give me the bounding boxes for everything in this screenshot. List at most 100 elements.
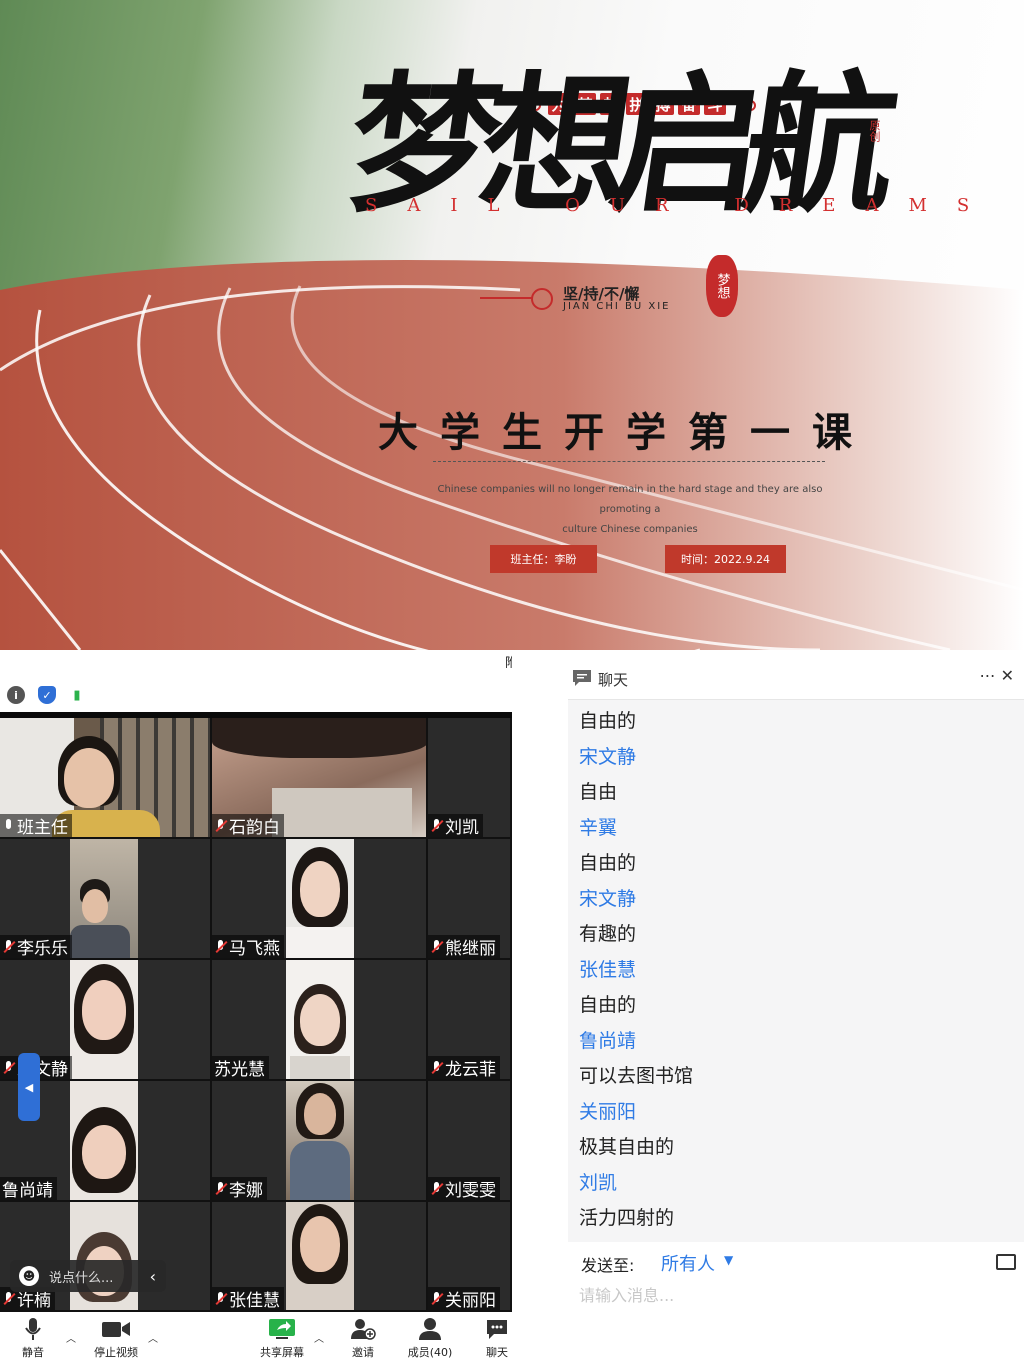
collapse-panel-handle[interactable]: ◀ xyxy=(18,1053,40,1121)
video-tile[interactable]: 李乐乐 xyxy=(0,839,212,960)
participant-name: 关丽阳 xyxy=(428,1287,500,1310)
video-feed xyxy=(70,839,138,958)
participant-name: 龙云菲 xyxy=(428,1056,500,1079)
participant-name: 李娜 xyxy=(212,1177,267,1200)
video-tile[interactable]: 石韵白 xyxy=(212,718,428,839)
chat-message: 自由的 xyxy=(579,852,637,874)
chat-message: 活力四射的 xyxy=(579,1207,675,1229)
mic-muted-icon xyxy=(430,1060,443,1075)
participant-name: 马飞燕 xyxy=(212,935,284,958)
mic-muted-icon xyxy=(2,939,15,954)
slide-red-line xyxy=(480,297,532,299)
shield-icon[interactable]: ✓ xyxy=(38,686,56,704)
chat-sender[interactable]: 刘凯 xyxy=(568,1166,1024,1202)
mic-muted-icon xyxy=(2,1291,15,1306)
mic-muted-icon xyxy=(2,1060,15,1075)
chat-sender[interactable]: 宋文静 xyxy=(568,882,1024,918)
chat-message: 可以去图书馆 xyxy=(579,1065,694,1087)
video-tile[interactable]: 刘凯 xyxy=(428,718,512,839)
mic-muted-icon xyxy=(214,1181,227,1196)
participant-name: 刘雯雯 xyxy=(428,1177,500,1200)
chevron-up-icon[interactable]: ︿ xyxy=(148,1330,158,1345)
send-to-label: 发送至: xyxy=(581,1256,635,1275)
signal-icon[interactable]: ▮ xyxy=(68,686,86,704)
video-tile[interactable]: 关丽阳 xyxy=(428,1202,512,1312)
chevron-up-icon[interactable]: ︿ xyxy=(314,1330,324,1345)
mic-muted-icon xyxy=(430,818,443,833)
shared-slide: 为 梦 想 拼 搏 奋 斗 梦想启航 SAIL OUR DREAMS 原创 坚/… xyxy=(0,0,1024,650)
microphone-icon xyxy=(24,1316,42,1342)
date-box: 时间：2022.9.24 xyxy=(665,545,786,573)
video-tile[interactable]: 刘雯雯 xyxy=(428,1081,512,1202)
video-tile[interactable]: 龙云菲 xyxy=(428,960,512,1081)
participant-name: 石韵白 xyxy=(212,814,284,837)
quick-chat-placeholder[interactable]: 说点什么... xyxy=(49,1267,113,1286)
mute-button[interactable]: 静音 xyxy=(14,1312,52,1363)
chat-sender[interactable]: 鲁尚靖 xyxy=(568,1024,1024,1060)
video-feed xyxy=(286,960,354,1079)
slide-motto-pinyin: JIAN CHI BU XIE xyxy=(563,301,671,312)
mic-muted-icon xyxy=(214,1291,227,1306)
participant-name: 张佳慧 xyxy=(212,1287,284,1310)
chevron-left-icon: ◀ xyxy=(24,1080,34,1094)
chat-message: 有趣的 xyxy=(579,923,637,945)
invite-user-icon xyxy=(350,1316,376,1342)
chat-bubble-icon xyxy=(485,1316,509,1342)
chat-message: 极其自由的 xyxy=(579,1136,675,1158)
caret-down-icon[interactable]: ▼ xyxy=(724,1253,733,1267)
chat-label: 聊天 xyxy=(486,1346,508,1359)
video-tile[interactable]: 班主任 xyxy=(0,718,212,839)
slide-desc-line: Chinese companies will no longer remain … xyxy=(437,484,823,515)
slide-dashed-divider xyxy=(433,461,825,462)
chat-button[interactable]: 聊天 xyxy=(482,1312,512,1363)
chat-input[interactable] xyxy=(579,1286,999,1305)
more-options-icon[interactable]: ⋯ ✕ xyxy=(980,666,1015,685)
share-screen-button[interactable]: 共享屏幕 xyxy=(254,1312,310,1363)
slide-small-seal: 原创 xyxy=(868,120,881,142)
chat-message: 自由的 xyxy=(579,710,637,732)
video-tile[interactable]: 马飞燕 xyxy=(212,839,428,960)
clipped-label: 附 xyxy=(505,656,512,671)
video-tile[interactable]: 苏光慧 xyxy=(212,960,428,1081)
chat-sender[interactable]: 辛翼 xyxy=(568,811,1024,847)
send-to-dropdown[interactable]: 所有人 xyxy=(661,1250,715,1276)
invite-label: 邀请 xyxy=(352,1346,374,1359)
mic-muted-icon xyxy=(430,939,443,954)
slide-title: 大学生开学第一课 xyxy=(378,410,874,456)
video-tile[interactable]: 许楠 xyxy=(0,1202,212,1312)
invite-button[interactable]: 邀请 xyxy=(346,1312,380,1363)
video-feed xyxy=(70,1202,138,1310)
chat-header: 聊天 ⋯ ✕ xyxy=(568,660,1024,700)
meeting-top-bar: i ✓ ▮ 附 xyxy=(0,652,512,712)
video-feed xyxy=(70,960,138,1079)
slide-description: Chinese companies will no longer remain … xyxy=(420,480,840,540)
chat-sender[interactable]: 张佳慧 xyxy=(568,953,1024,989)
video-feed xyxy=(286,1202,354,1310)
stop-video-label: 停止视频 xyxy=(94,1346,138,1359)
mic-muted-icon xyxy=(214,818,227,833)
emoji-icon[interactable]: ☻ xyxy=(19,1266,39,1286)
video-grid: 班主任 石韵白 刘凯 李乐乐 马飞燕 熊继丽 宋文静 苏光慧 龙云菲 鲁尚靖 李… xyxy=(0,718,512,1312)
chat-footer: 发送至: 所有人 ▼ xyxy=(568,1242,1024,1363)
slide-desc-line: culture Chinese companies xyxy=(562,524,698,535)
chat-message-list[interactable]: 自由的 宋文静 自由 辛翼 自由的 宋文静 有趣的 张佳慧 自由的 鲁尚靖 可以… xyxy=(568,700,1024,1242)
chat-message: 自由 xyxy=(579,781,618,803)
stop-video-button[interactable]: 停止视频 xyxy=(88,1312,144,1363)
file-share-icon[interactable] xyxy=(996,1254,1016,1270)
participant-name: 鲁尚靖 xyxy=(0,1177,57,1200)
video-tile[interactable]: 熊继丽 xyxy=(428,839,512,960)
quick-chat-bar[interactable]: ☻ 说点什么... ‹ xyxy=(10,1260,166,1292)
video-tile[interactable]: 李娜 xyxy=(212,1081,428,1202)
members-button[interactable]: 成员(40) xyxy=(402,1312,458,1363)
chevron-left-icon[interactable]: ‹ xyxy=(150,1267,156,1286)
chat-sender[interactable]: 宋文静 xyxy=(568,740,1024,776)
chevron-up-icon[interactable]: ︿ xyxy=(66,1330,76,1345)
video-camera-icon xyxy=(101,1316,131,1342)
chat-sender[interactable]: 关丽阳 xyxy=(568,1095,1024,1131)
participant-name: 班主任 xyxy=(0,814,72,837)
info-icon[interactable]: i xyxy=(7,686,25,704)
video-tile[interactable]: 张佳慧 xyxy=(212,1202,428,1312)
chat-panel: 聊天 ⋯ ✕ 自由的 宋文静 自由 辛翼 自由的 宋文静 有趣的 张佳慧 自由的… xyxy=(568,660,1024,1363)
participant-name: 李乐乐 xyxy=(0,935,72,958)
mic-muted-icon xyxy=(430,1291,443,1306)
